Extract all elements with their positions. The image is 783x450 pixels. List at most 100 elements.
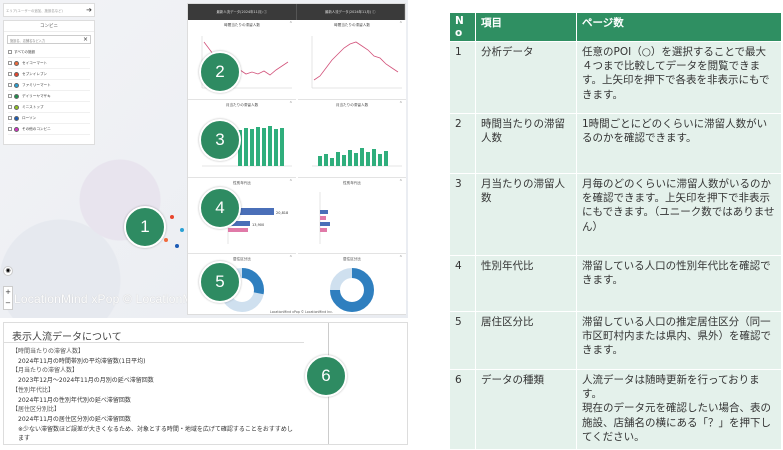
checkbox[interactable] [8,72,12,76]
checkbox[interactable] [8,94,12,98]
map-credit: LocationMind xPop © LocationMind Inc. [270,310,333,314]
header-pages: ページ数 [576,12,782,42]
cell-item: 分析データ [475,41,577,114]
chevron-up-icon[interactable]: ⌃ [289,101,293,107]
cell-no: 3 [449,173,476,256]
callout-badge-3: 3 [199,119,241,161]
residence-panel-compare: 居住区分比 ⌃ [298,254,406,314]
filter-item[interactable]: ミニストップ [8,102,90,113]
panel-title: 時間当たりの滞留人数 [224,23,260,27]
checkbox[interactable] [8,83,12,87]
cell-no: 2 [449,113,476,174]
residence-donut-chart [330,268,374,312]
checkbox[interactable] [8,127,12,131]
gender-age-bar-chart [319,192,330,244]
table-header-row: N o 項目 ページ数 [449,12,782,42]
search-placeholder: エリア(ユーザーの追加、施設名など) [6,9,63,13]
cell-desc: 月毎のどのくらいに滞留人数がいるのかを確認できます。上矢印を押下で非表示にもでき… [576,173,782,256]
panel-title: 性別年代比 [343,181,361,185]
poi-marker[interactable] [170,215,174,219]
chevron-up-icon[interactable]: ⌃ [399,255,403,261]
data-info-heading: 【月当たりの滞留人数】 [12,367,79,375]
category-color-icon [14,93,19,99]
dashboard-tab[interactable]: 最新人流データ(2024年11月) ⓘ [188,4,297,20]
filter-item[interactable]: デイリーヤマザキ [8,91,90,102]
zoom-control[interactable]: + − [3,286,13,310]
data-info-line: 2024年11月の居住区分別の延べ滞留回数 [18,415,131,423]
cell-desc: 人流データは随時更新を行っております。 現在のデータ元を確認したい場合、表の施設… [576,369,782,450]
table-body: 1 分析データ 任意のPOI（○）を選択することで最大４つまで比較してデータを閲覧で… [449,41,782,450]
cell-item: 居住区分比 [475,311,577,370]
cell-desc: 1時間ごとにどのくらいに滞留人数がいるのかを確認できます。 [576,113,782,174]
filter-item-label: セイコーマート [22,60,48,65]
filter-item[interactable]: すべての施設 [8,47,90,58]
category-color-icon [14,126,19,132]
cell-item: 時間当たりの滞留人数 [475,113,577,174]
filter-item[interactable]: ローソン [8,113,90,124]
zoom-out-button[interactable]: − [4,298,12,309]
checkbox[interactable] [8,61,12,65]
chevron-up-icon[interactable]: ⌃ [399,179,403,185]
chevron-up-icon[interactable]: ⌃ [399,21,403,27]
table-row: 3 月当たりの滞留人数 月毎のどのくらいに滞留人数がいるのかを確認できます。上矢印を… [449,173,782,256]
callout-badge-4: 4 [199,187,241,229]
data-info-heading: 【居住区分別比】 [12,406,61,414]
zoom-in-button[interactable]: + [4,287,12,298]
filter-item[interactable]: セブンイレブン [8,69,90,80]
search-input[interactable]: エリア(ユーザーの追加、施設名など) ➔ [3,3,95,17]
filter-item-label: すべての施設 [14,49,36,54]
callout-badge-2: 2 [199,51,241,93]
filter-item[interactable]: その他のコンビニ [8,124,90,135]
close-icon[interactable]: × [83,36,88,43]
cell-desc: 滞留している人口の性別年代比を確認できます。 [576,255,782,312]
arrow-right-icon[interactable]: ➔ [86,6,92,14]
panel-title: 月当たりの滞留人数 [225,103,259,107]
filter-item-label: その他のコンビニ [22,126,51,131]
data-info-title: 表示人流データについて [4,323,304,343]
panel-title: 性別年代比 [233,181,251,185]
panel-title: 時間当たりの滞留人数 [334,23,370,27]
checkbox[interactable] [8,105,12,109]
cell-item: データの種類 [475,369,577,450]
cell-no: 5 [449,311,476,370]
category-filter-panel: コンビニ 施設名、店舗名など入力 × すべての施設セイコーマートセブンイレブンフ… [3,20,95,145]
category-color-icon [14,104,19,110]
cell-desc: 滞留している人口の推定居住区分（同一市区町村内または県内、県外）を確認できます。 [576,311,782,370]
chevron-up-icon[interactable]: ⌃ [289,179,293,185]
feature-description-table: N o 項目 ページ数 1 分析データ 任意のPOI（○）を選択することで最大４つま… [449,12,782,450]
category-color-icon [14,60,19,66]
dashboard-tab[interactable]: 最新人流データ(2024年11月) ⓘ [297,4,405,20]
cell-no: 1 [449,41,476,114]
category-color-icon [14,82,19,88]
panel-title: 居住区分比 [343,257,361,261]
table-row: 5 居住区分比 滞留している人口の推定居住区分（同一市区町村内または県内、県外）を確… [449,311,782,370]
poi-marker[interactable] [164,238,168,242]
poi-marker[interactable] [180,228,184,232]
checkbox[interactable] [8,116,12,120]
header-item: 項目 [475,12,577,42]
chevron-up-icon[interactable]: ⌃ [399,101,403,107]
filter-search-placeholder: 施設名、店舗名など入力 [10,39,46,43]
filter-item[interactable]: セイコーマート [8,58,90,69]
locate-icon[interactable]: ◉ [3,266,13,276]
table-row: 1 分析データ 任意のPOI（○）を選択することで最大４つまで比較してデータを閲覧で… [449,41,782,114]
category-color-icon [14,71,19,77]
chevron-up-icon[interactable]: ⌃ [289,255,293,261]
data-info-heading: 【性別年代比】 [12,386,55,394]
cell-item: 性別年代比 [475,255,577,312]
filter-title: コンビニ [4,21,94,32]
hourly-line-chart [311,36,402,89]
data-info-line: 2023年12月～2024年11月の月別の延べ滞留回数 [18,377,154,385]
filter-item[interactable]: ファミリーマート [8,80,90,91]
category-color-icon [14,115,19,121]
chevron-up-icon[interactable]: ⌃ [289,21,293,27]
callout-badge-1: 1 [124,206,166,248]
poi-marker[interactable] [175,244,179,248]
callout-badge-6: 6 [305,355,347,397]
filter-item-label: デイリーヤマザキ [22,93,51,98]
header-no: N o [449,12,476,42]
panel-title: 月当たりの滞留人数 [335,103,369,107]
filter-search-input[interactable]: 施設名、店舗名など入力 × [7,35,91,44]
checkbox[interactable] [8,50,12,54]
monthly-stay-panel-compare: 月当たりの滞留人数 ⌃ [298,100,406,178]
